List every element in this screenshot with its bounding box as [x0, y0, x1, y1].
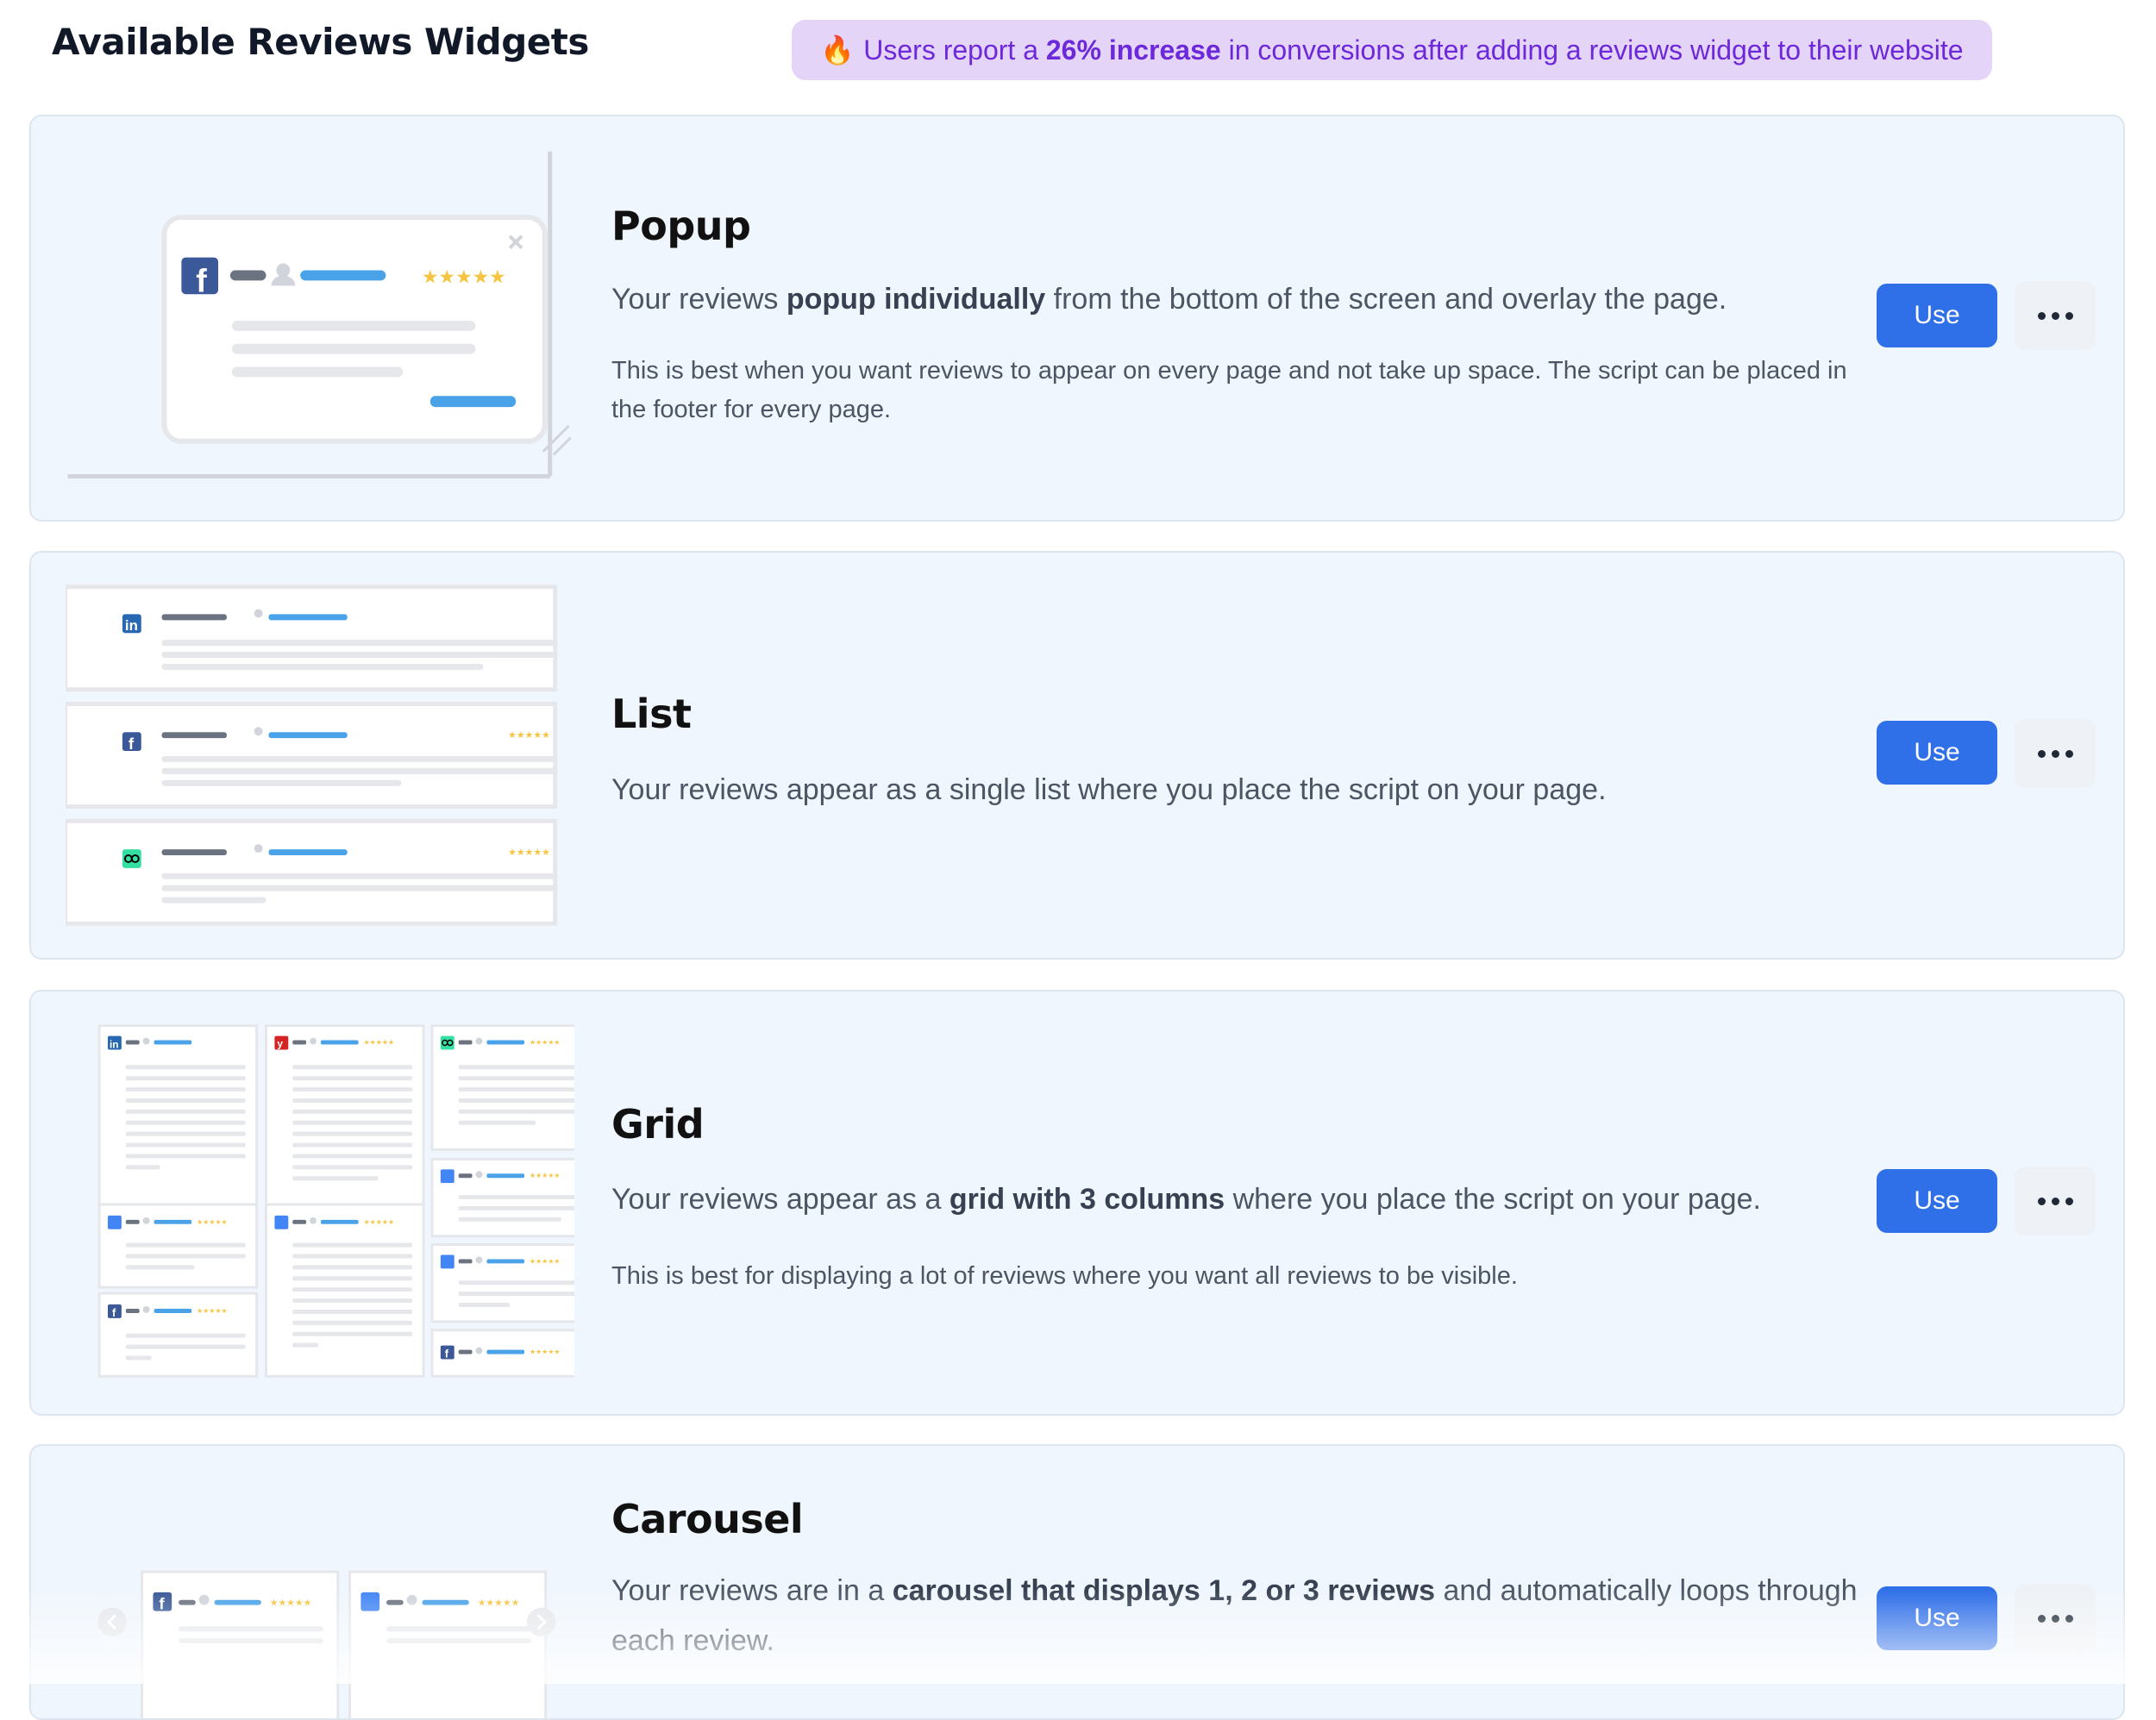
svg-text:★★★★★: ★★★★★: [508, 847, 550, 858]
facebook-icon: f: [440, 1345, 454, 1360]
widget-title: Popup: [611, 203, 751, 249]
fire-icon: 🔥: [820, 34, 856, 66]
svg-text:★★★★★: ★★★★★: [364, 1218, 395, 1226]
promo-suffix: in conversions after adding a reviews wi…: [1228, 34, 1964, 66]
svg-text:f: f: [128, 735, 135, 753]
more-horizontal-icon: [2037, 749, 2073, 758]
linkedin-icon: in: [108, 1035, 122, 1050]
svg-text:★★★★★: ★★★★★: [508, 729, 550, 741]
desc-text: Your reviews: [611, 283, 779, 316]
desc-emphasis: popup individually: [786, 283, 1046, 316]
desc-emphasis: carousel that displays 1, 2 or 3 reviews: [892, 1574, 1436, 1607]
google-business-icon: [274, 1215, 289, 1229]
page-title: Available Reviews Widgets: [52, 21, 589, 63]
google-business-icon: [440, 1169, 454, 1184]
svg-text:★★★★★: ★★★★★: [530, 1348, 561, 1356]
svg-text:in: in: [110, 1038, 119, 1050]
svg-text:f: f: [445, 1348, 449, 1360]
widget-description: Your reviews appear as a single list whe…: [611, 773, 1607, 806]
svg-text:★★★★★: ★★★★★: [478, 1598, 520, 1609]
facebook-icon: f: [108, 1304, 122, 1319]
widget-note: This is best for displaying a lot of rev…: [611, 1262, 1518, 1290]
use-button[interactable]: Use: [1877, 721, 1997, 785]
svg-text:★★★★★: ★★★★★: [197, 1307, 228, 1315]
svg-text:f: f: [196, 262, 207, 298]
more-horizontal-icon: [2037, 1614, 2073, 1623]
google-business-icon: [108, 1215, 122, 1229]
widget-description: Your reviews are in a carousel that disp…: [611, 1566, 1871, 1666]
resize-handle-icon: [542, 424, 572, 456]
list-preview-image: in f ★★★★★ ★★★★★: [66, 585, 558, 926]
desc-text: from the bottom of the screen and overla…: [1053, 283, 1727, 316]
desc-text: Your reviews appear as a: [611, 1183, 942, 1216]
facebook-icon: f: [181, 257, 219, 298]
widget-card-popup: f ★★★★★ Popup Your reviews popup individ…: [29, 115, 2125, 522]
widget-description: Your reviews appear as a grid with 3 col…: [611, 1174, 1871, 1224]
chevron-left-icon: [97, 1607, 127, 1637]
more-options-button[interactable]: [2015, 1166, 2096, 1235]
widget-description: Your reviews popup individually from the…: [611, 274, 1871, 324]
chevron-right-icon: [526, 1607, 556, 1637]
widget-title: Carousel: [611, 1496, 804, 1542]
rating-stars-icon: ★★★★★: [422, 266, 506, 288]
svg-text:★★★★★: ★★★★★: [530, 1257, 561, 1265]
svg-text:★★★★★: ★★★★★: [197, 1218, 228, 1226]
svg-text:★★★★★: ★★★★★: [530, 1172, 561, 1179]
more-horizontal-icon: [2037, 1197, 2073, 1205]
google-business-icon: [360, 1592, 380, 1611]
more-options-button[interactable]: [2015, 281, 2096, 350]
linkedin-icon: in: [122, 614, 141, 634]
svg-text:★★★★★: ★★★★★: [270, 1598, 312, 1609]
promo-prefix: Users report a: [863, 34, 1038, 66]
more-horizontal-icon: [2037, 311, 2073, 320]
tripadvisor-icon: [122, 849, 141, 868]
facebook-icon: f: [122, 732, 141, 753]
widget-card-carousel: f ★★★★★ ★★★★★ Carousel Your reviews are …: [29, 1444, 2125, 1720]
widget-title: List: [611, 691, 692, 737]
svg-text:★★★★★: ★★★★★: [530, 1038, 561, 1046]
desc-emphasis: grid with 3 columns: [949, 1183, 1225, 1216]
more-options-button[interactable]: [2015, 719, 2096, 788]
widget-card-list: in f ★★★★★ ★★★★★ List Your reviews appea…: [29, 551, 2125, 960]
svg-text:f: f: [159, 1595, 165, 1613]
desc-text: where you place the script on your page.: [1232, 1183, 1761, 1216]
svg-text:f: f: [112, 1306, 116, 1319]
widget-title: Grid: [611, 1101, 705, 1148]
svg-text:in: in: [125, 617, 138, 634]
use-button[interactable]: Use: [1877, 1169, 1997, 1233]
more-options-button[interactable]: [2015, 1584, 2096, 1653]
carousel-preview-image: f ★★★★★ ★★★★★: [97, 1570, 556, 1718]
popup-preview-image: f ★★★★★: [67, 151, 572, 478]
facebook-icon: f: [153, 1592, 172, 1613]
yelp-icon: y: [274, 1035, 289, 1049]
svg-text:y: y: [277, 1037, 283, 1049]
tripadvisor-icon: [440, 1035, 454, 1050]
promo-highlight: 26% increase: [1045, 34, 1221, 66]
use-button[interactable]: Use: [1877, 1586, 1997, 1650]
promo-banner: 🔥 Users report a 26% increase in convers…: [792, 20, 1992, 80]
grid-preview-image: in y ★★★★★ ★★★★★ ★★★★★ ★★★★★ f ★★★★★ ★★★…: [97, 1024, 574, 1378]
use-button[interactable]: Use: [1877, 284, 1997, 347]
widget-note: This is best when you want reviews to ap…: [611, 357, 1847, 423]
google-business-icon: [440, 1254, 454, 1269]
desc-text: Your reviews are in a: [611, 1574, 885, 1607]
svg-text:★★★★★: ★★★★★: [364, 1038, 395, 1046]
widget-card-grid: in y ★★★★★ ★★★★★ ★★★★★ ★★★★★ f ★★★★★ ★★★…: [29, 990, 2125, 1416]
